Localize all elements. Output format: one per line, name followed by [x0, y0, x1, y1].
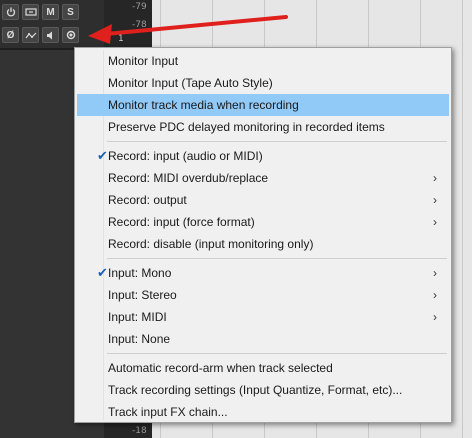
annotation-arrow-icon: [88, 15, 288, 44]
